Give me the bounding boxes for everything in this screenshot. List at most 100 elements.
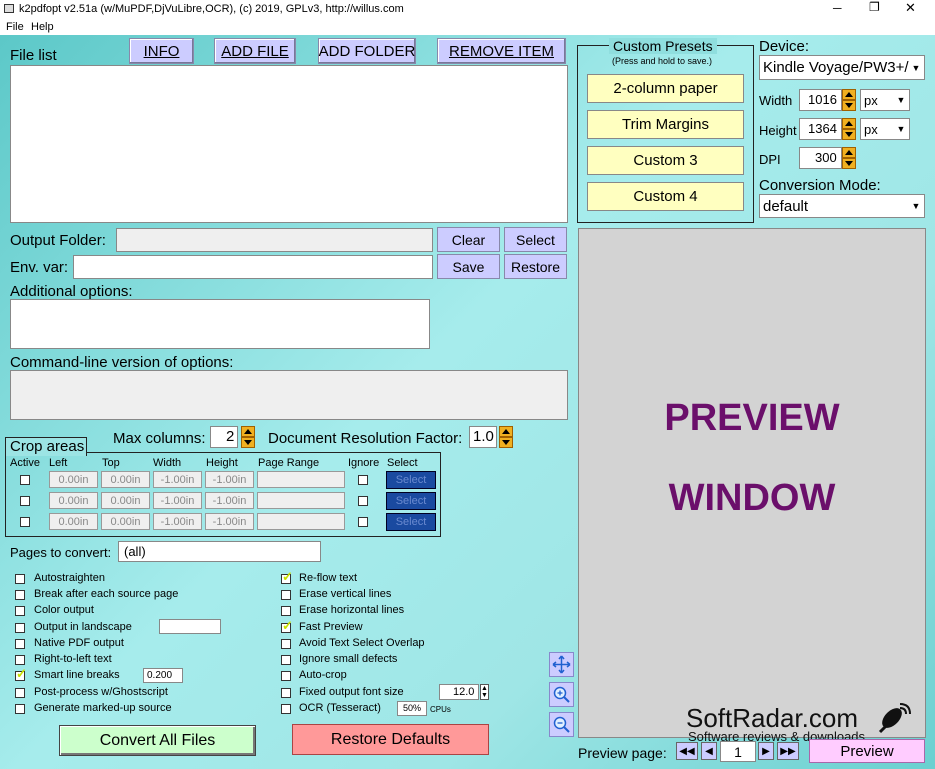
crop-height-input[interactable]: -1.00in [205,492,254,509]
avoid-overlap-label[interactable]: Avoid Text Select Overlap [299,637,425,649]
device-select[interactable]: Kindle Voyage/PW3+/▼ [759,55,925,80]
crop-width-input[interactable]: -1.00in [153,513,202,530]
crop-top-input[interactable]: 0.00in [101,513,150,530]
preset-custom-4[interactable]: Custom 4 [587,182,744,211]
ghostscript-label[interactable]: Post-process w/Ghostscript [34,686,168,698]
crop-page-range-input[interactable] [257,471,345,488]
crop-left-input[interactable]: 0.00in [49,513,98,530]
dpi-input[interactable]: 300 [799,147,842,169]
landscape-input[interactable] [159,619,221,634]
file-list-box[interactable] [10,65,568,223]
reflow-text-label[interactable]: Re-flow text [299,572,357,584]
color-output-checkbox[interactable] [15,606,25,616]
marked-up-source-label[interactable]: Generate marked-up source [34,702,172,714]
crop-left-input[interactable]: 0.00in [49,492,98,509]
save-button[interactable]: Save [437,254,500,279]
add-folder-button[interactable]: ADD FOLDER [318,38,416,64]
env-var-input[interactable] [73,255,433,279]
first-page-icon[interactable]: ◀◀ [676,742,698,760]
ocr-label[interactable]: OCR (Tesseract) [299,702,381,714]
preset-2-column-paper[interactable]: 2-column paper [587,74,744,103]
autostraighten-label[interactable]: Autostraighten [34,572,105,584]
avoid-overlap-checkbox[interactable] [281,639,291,649]
restore-button[interactable]: ❐ [869,0,880,14]
ignore-defects-checkbox[interactable] [281,655,291,665]
remove-item-button[interactable]: REMOVE ITEM [437,38,566,64]
crop-select-button[interactable]: Select [386,471,436,489]
pages-to-convert-input[interactable]: (all) [118,541,321,562]
smart-line-breaks-checkbox[interactable] [15,666,27,682]
menu-file[interactable]: File [6,21,24,33]
doc-resolution-input[interactable]: 1.0 [469,426,497,448]
height-unit-select[interactable]: px ▼ [860,118,910,140]
crop-height-input[interactable]: -1.00in [205,513,254,530]
landscape-label[interactable]: Output in landscape [34,621,132,633]
marked-up-source-checkbox[interactable] [15,704,25,714]
width-input[interactable]: 1016 [799,89,842,111]
fast-preview-checkbox[interactable] [281,618,293,634]
crop-height-input[interactable]: -1.00in [205,471,254,488]
crop-top-input[interactable]: 0.00in [101,471,150,488]
auto-crop-checkbox[interactable] [281,671,291,681]
info-button[interactable]: INFO [129,38,194,64]
break-each-page-checkbox[interactable] [15,590,25,600]
prev-page-icon[interactable]: ◀ [701,742,717,760]
preset-custom-3[interactable]: Custom 3 [587,146,744,175]
fixed-font-size-label[interactable]: Fixed output font size [299,686,404,698]
select-folder-button[interactable]: Select [504,227,567,252]
ocr-cpu-input[interactable]: 50% [397,701,427,716]
height-input[interactable]: 1364 [799,118,842,140]
last-page-icon[interactable]: ▶▶ [777,742,799,760]
crop-select-button[interactable]: Select [386,492,436,510]
native-pdf-checkbox[interactable] [15,639,25,649]
fast-preview-label[interactable]: Fast Preview [299,621,363,633]
crop-page-range-input[interactable] [257,492,345,509]
zoom-out-icon[interactable] [549,712,574,737]
dpi-spinner[interactable] [842,147,856,169]
crop-ignore-checkbox[interactable] [358,496,368,506]
restore-defaults-button[interactable]: Restore Defaults [292,724,489,755]
native-pdf-label[interactable]: Native PDF output [34,637,124,649]
crop-active-checkbox[interactable] [20,496,30,506]
ignore-defects-label[interactable]: Ignore small defects [299,653,397,665]
height-spinner[interactable] [842,118,856,140]
fit-page-icon[interactable] [549,652,574,677]
color-output-label[interactable]: Color output [34,604,94,616]
convert-all-files-button[interactable]: Convert All Files [59,725,256,756]
width-spinner[interactable] [842,89,856,111]
output-folder-input[interactable] [116,228,433,252]
preset-trim-margins[interactable]: Trim Margins [587,110,744,139]
font-size-input[interactable]: 12.0 [439,684,479,700]
ocr-checkbox[interactable] [281,704,291,714]
width-unit-select[interactable]: px ▼ [860,89,910,111]
preview-page-input[interactable]: 1 [720,741,756,762]
erase-vertical-label[interactable]: Erase vertical lines [299,588,391,600]
ghostscript-checkbox[interactable] [15,688,25,698]
crop-page-range-input[interactable] [257,513,345,530]
crop-ignore-checkbox[interactable] [358,475,368,485]
smart-line-breaks-label[interactable]: Smart line breaks [34,669,120,681]
reflow-text-checkbox[interactable] [281,569,293,585]
max-columns-input[interactable]: 2 [210,426,238,448]
crop-ignore-checkbox[interactable] [358,517,368,527]
fixed-font-size-checkbox[interactable] [281,688,291,698]
menu-help[interactable]: Help [31,21,54,33]
max-columns-spinner[interactable] [241,426,255,448]
add-file-button[interactable]: ADD FILE [214,38,296,64]
right-to-left-label[interactable]: Right-to-left text [34,653,112,665]
crop-top-input[interactable]: 0.00in [101,492,150,509]
auto-crop-label[interactable]: Auto-crop [299,669,347,681]
doc-resolution-spinner[interactable] [499,426,513,448]
preview-button[interactable]: Preview [809,739,925,763]
landscape-checkbox[interactable] [15,623,25,633]
crop-left-input[interactable]: 0.00in [49,471,98,488]
close-button[interactable]: ✕ [905,0,916,16]
crop-width-input[interactable]: -1.00in [153,471,202,488]
restore-button[interactable]: Restore [504,254,567,279]
zoom-in-icon[interactable] [549,682,574,707]
smart-line-breaks-input[interactable]: 0.200 [143,668,183,683]
erase-horizontal-label[interactable]: Erase horizontal lines [299,604,404,616]
crop-width-input[interactable]: -1.00in [153,492,202,509]
crop-active-checkbox[interactable] [20,475,30,485]
crop-select-button[interactable]: Select [386,513,436,531]
